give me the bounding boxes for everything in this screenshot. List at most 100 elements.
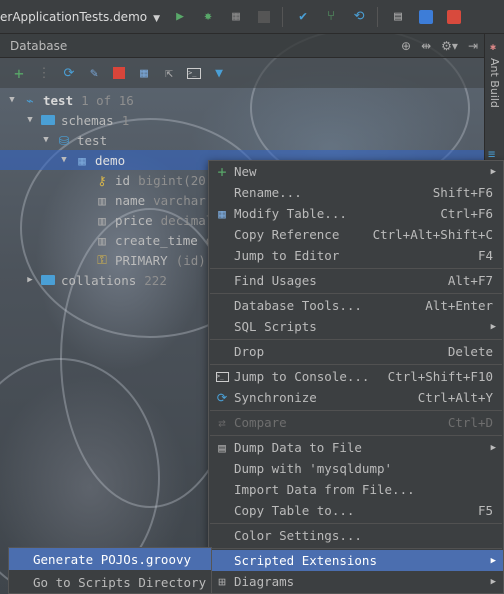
run-configuration-selector[interactable]: erApplicationTests.demo ▼ [0,10,160,24]
menu-item-label: Dump with 'mysqldump' [234,461,393,476]
menu-item-dump-data[interactable]: ▤ Dump Data to File ▶ [209,437,503,458]
tree-item-schemas[interactable]: ▼ schemas 1 [24,110,129,130]
database-tab-icon[interactable]: ≡ [488,147,495,161]
run-icon[interactable]: ▶ [172,9,188,25]
toolbar-separator [377,6,379,27]
tree-item-column-price[interactable]: ▥ price decimal [90,210,213,230]
console-icon[interactable]: >_ [185,64,203,82]
menu-item-shortcut: Ctrl+D [447,415,493,430]
tree-item-count: 1 [121,112,130,128]
collapsed-arrow-icon[interactable]: ▶ [24,275,36,285]
stop-icon[interactable] [256,9,272,25]
menu-item-import-data[interactable]: Import Data from File... [209,479,503,500]
menu-item-shortcut: Ctrl+Shift+F10 [387,369,493,384]
tree-item-collations[interactable]: ▶ collations 222 [24,270,167,290]
translate-icon[interactable] [418,9,434,25]
vcs-branch-icon[interactable]: ⑂ [323,9,339,25]
menu-item-database-tools[interactable]: Database Tools... Alt+Enter [209,295,503,316]
column-name: price [115,212,153,228]
menu-item-copy-table[interactable]: Copy Table to... F5 [209,500,503,521]
menu-item-diagrams[interactable]: ⊞ Diagrams ▶ [209,571,503,592]
properties-icon[interactable]: ⋮ [35,64,53,82]
menu-item-dump-mysqldump[interactable]: Dump with 'mysqldump' [209,458,503,479]
console-icon: >_ [214,369,230,385]
expanded-arrow-icon[interactable]: ▼ [40,135,52,145]
collapse-icon[interactable]: ⇹ [421,39,431,53]
tree-item-schema-test[interactable]: ▼ ⛁ test [40,130,107,150]
menu-item-jump-to-editor[interactable]: Jump to Editor F4 [209,245,503,266]
submenu-item-go-to-scripts[interactable]: Go to Scripts Directory [9,571,211,593]
stop-icon[interactable] [110,64,128,82]
expanded-arrow-icon[interactable]: ▼ [24,115,36,125]
tree-item-label: test [77,132,108,148]
table-icon: ▦ [78,152,86,168]
menu-item-label: Copy Table to... [234,503,355,518]
table-editor-icon[interactable]: ▦ [135,64,153,82]
ant-icon: ✱ [490,42,497,53]
expanded-arrow-icon[interactable]: ▼ [6,95,18,105]
menu-item-label: Database Tools... [234,298,362,313]
coverage-icon[interactable]: ▦ [228,9,244,25]
menu-separator [210,548,502,549]
edit-icon[interactable]: ✎ [85,64,103,82]
menu-item-label: Modify Table... [234,206,347,221]
menu-item-shortcut: Alt+F7 [447,273,493,288]
translate-alt-icon[interactable] [446,9,462,25]
menu-item-copy-reference[interactable]: Copy Reference Ctrl+Alt+Shift+C [209,224,503,245]
menu-item-color-settings[interactable]: Color Settings... [209,525,503,546]
menu-item-compare[interactable]: ⇄ Compare Ctrl+D [209,412,503,433]
menu-item-new[interactable]: + New ▶ [209,161,503,182]
key-column-icon: ⚷ [97,172,107,188]
key-detail: (id) [175,252,206,268]
diagram-icon: ⊞ [218,574,226,589]
menu-item-drop[interactable]: Drop Delete [209,341,503,362]
ant-build-tab[interactable]: Ant Build [488,58,501,108]
datasource-icon: ⌁ [26,92,34,108]
menu-item-synchronize[interactable]: ⟳ Synchronize Ctrl+Alt+Y [209,387,503,408]
menu-item-label: Jump to Editor [234,248,340,263]
tree-item-primary-key[interactable]: ⚿ PRIMARY (id) [90,250,206,270]
vcs-update-icon[interactable]: ✔ [295,9,311,25]
menu-item-shortcut: Alt+Enter [425,298,493,313]
column-name: name [115,192,146,208]
column-icon: ▥ [98,212,106,228]
menu-separator [210,364,502,365]
menu-item-sql-scripts[interactable]: SQL Scripts ▶ [209,316,503,337]
export-icon[interactable]: ⇱ [160,64,178,82]
expanded-arrow-icon[interactable]: ▼ [58,155,70,165]
tree-item-column-name[interactable]: ▥ name varchar(2 [90,190,221,210]
submenu-arrow-icon: ▶ [490,321,496,332]
vcs-commit-icon[interactable]: ⟲ [351,9,367,25]
gear-icon[interactable]: ⚙▾ [441,39,458,53]
tree-item-column-id[interactable]: ⚷ id bigint(20) [90,170,213,190]
tree-item-datasource[interactable]: ▼ ⌁ test 1 of 16 [6,90,134,110]
tree-item-count: 1 of 16 [81,92,134,108]
context-menu: + New ▶ Rename... Shift+F6 ▦ Modify Tabl… [208,160,504,594]
filter-icon[interactable]: ▼ [210,64,228,82]
add-icon[interactable]: + [10,64,28,83]
menu-item-shortcut: F5 [477,503,493,518]
menu-item-label: Dump Data to File [234,440,362,455]
menu-item-shortcut: F4 [477,248,493,263]
tree-item-column-create-time[interactable]: ▥ create_time d [90,230,213,250]
menu-item-scripted-extensions[interactable]: Scripted Extensions ▶ [209,550,503,571]
menu-item-find-usages[interactable]: Find Usages Alt+F7 [209,270,503,291]
menu-item-shortcut: Ctrl+F6 [440,206,493,221]
menu-separator [210,268,502,269]
submenu-item-generate-pojos[interactable]: Generate POJOs.groovy [9,548,211,570]
hide-icon[interactable]: ⇥ [468,39,478,53]
compare-icon: ⇄ [218,415,226,430]
tree-item-count: 222 [144,272,167,288]
menu-item-modify-table[interactable]: ▦ Modify Table... Ctrl+F6 [209,203,503,224]
globe-icon[interactable]: ⊕ [401,39,411,53]
menu-item-rename[interactable]: Rename... Shift+F6 [209,182,503,203]
run-configuration-label: erApplicationTests.demo [0,9,148,24]
menu-item-jump-to-console[interactable]: >_ Jump to Console... Ctrl+Shift+F10 [209,366,503,387]
menu-item-label: Copy Reference [234,227,340,242]
menu-item-label: Color Settings... [234,528,362,543]
project-structure-icon[interactable]: ▤ [390,9,406,25]
debug-icon[interactable]: ✸ [200,9,216,25]
refresh-icon[interactable]: ⟳ [60,64,78,82]
submenu-arrow-icon: ▶ [490,555,496,566]
submenu-item-label: Go to Scripts Directory [33,574,207,590]
